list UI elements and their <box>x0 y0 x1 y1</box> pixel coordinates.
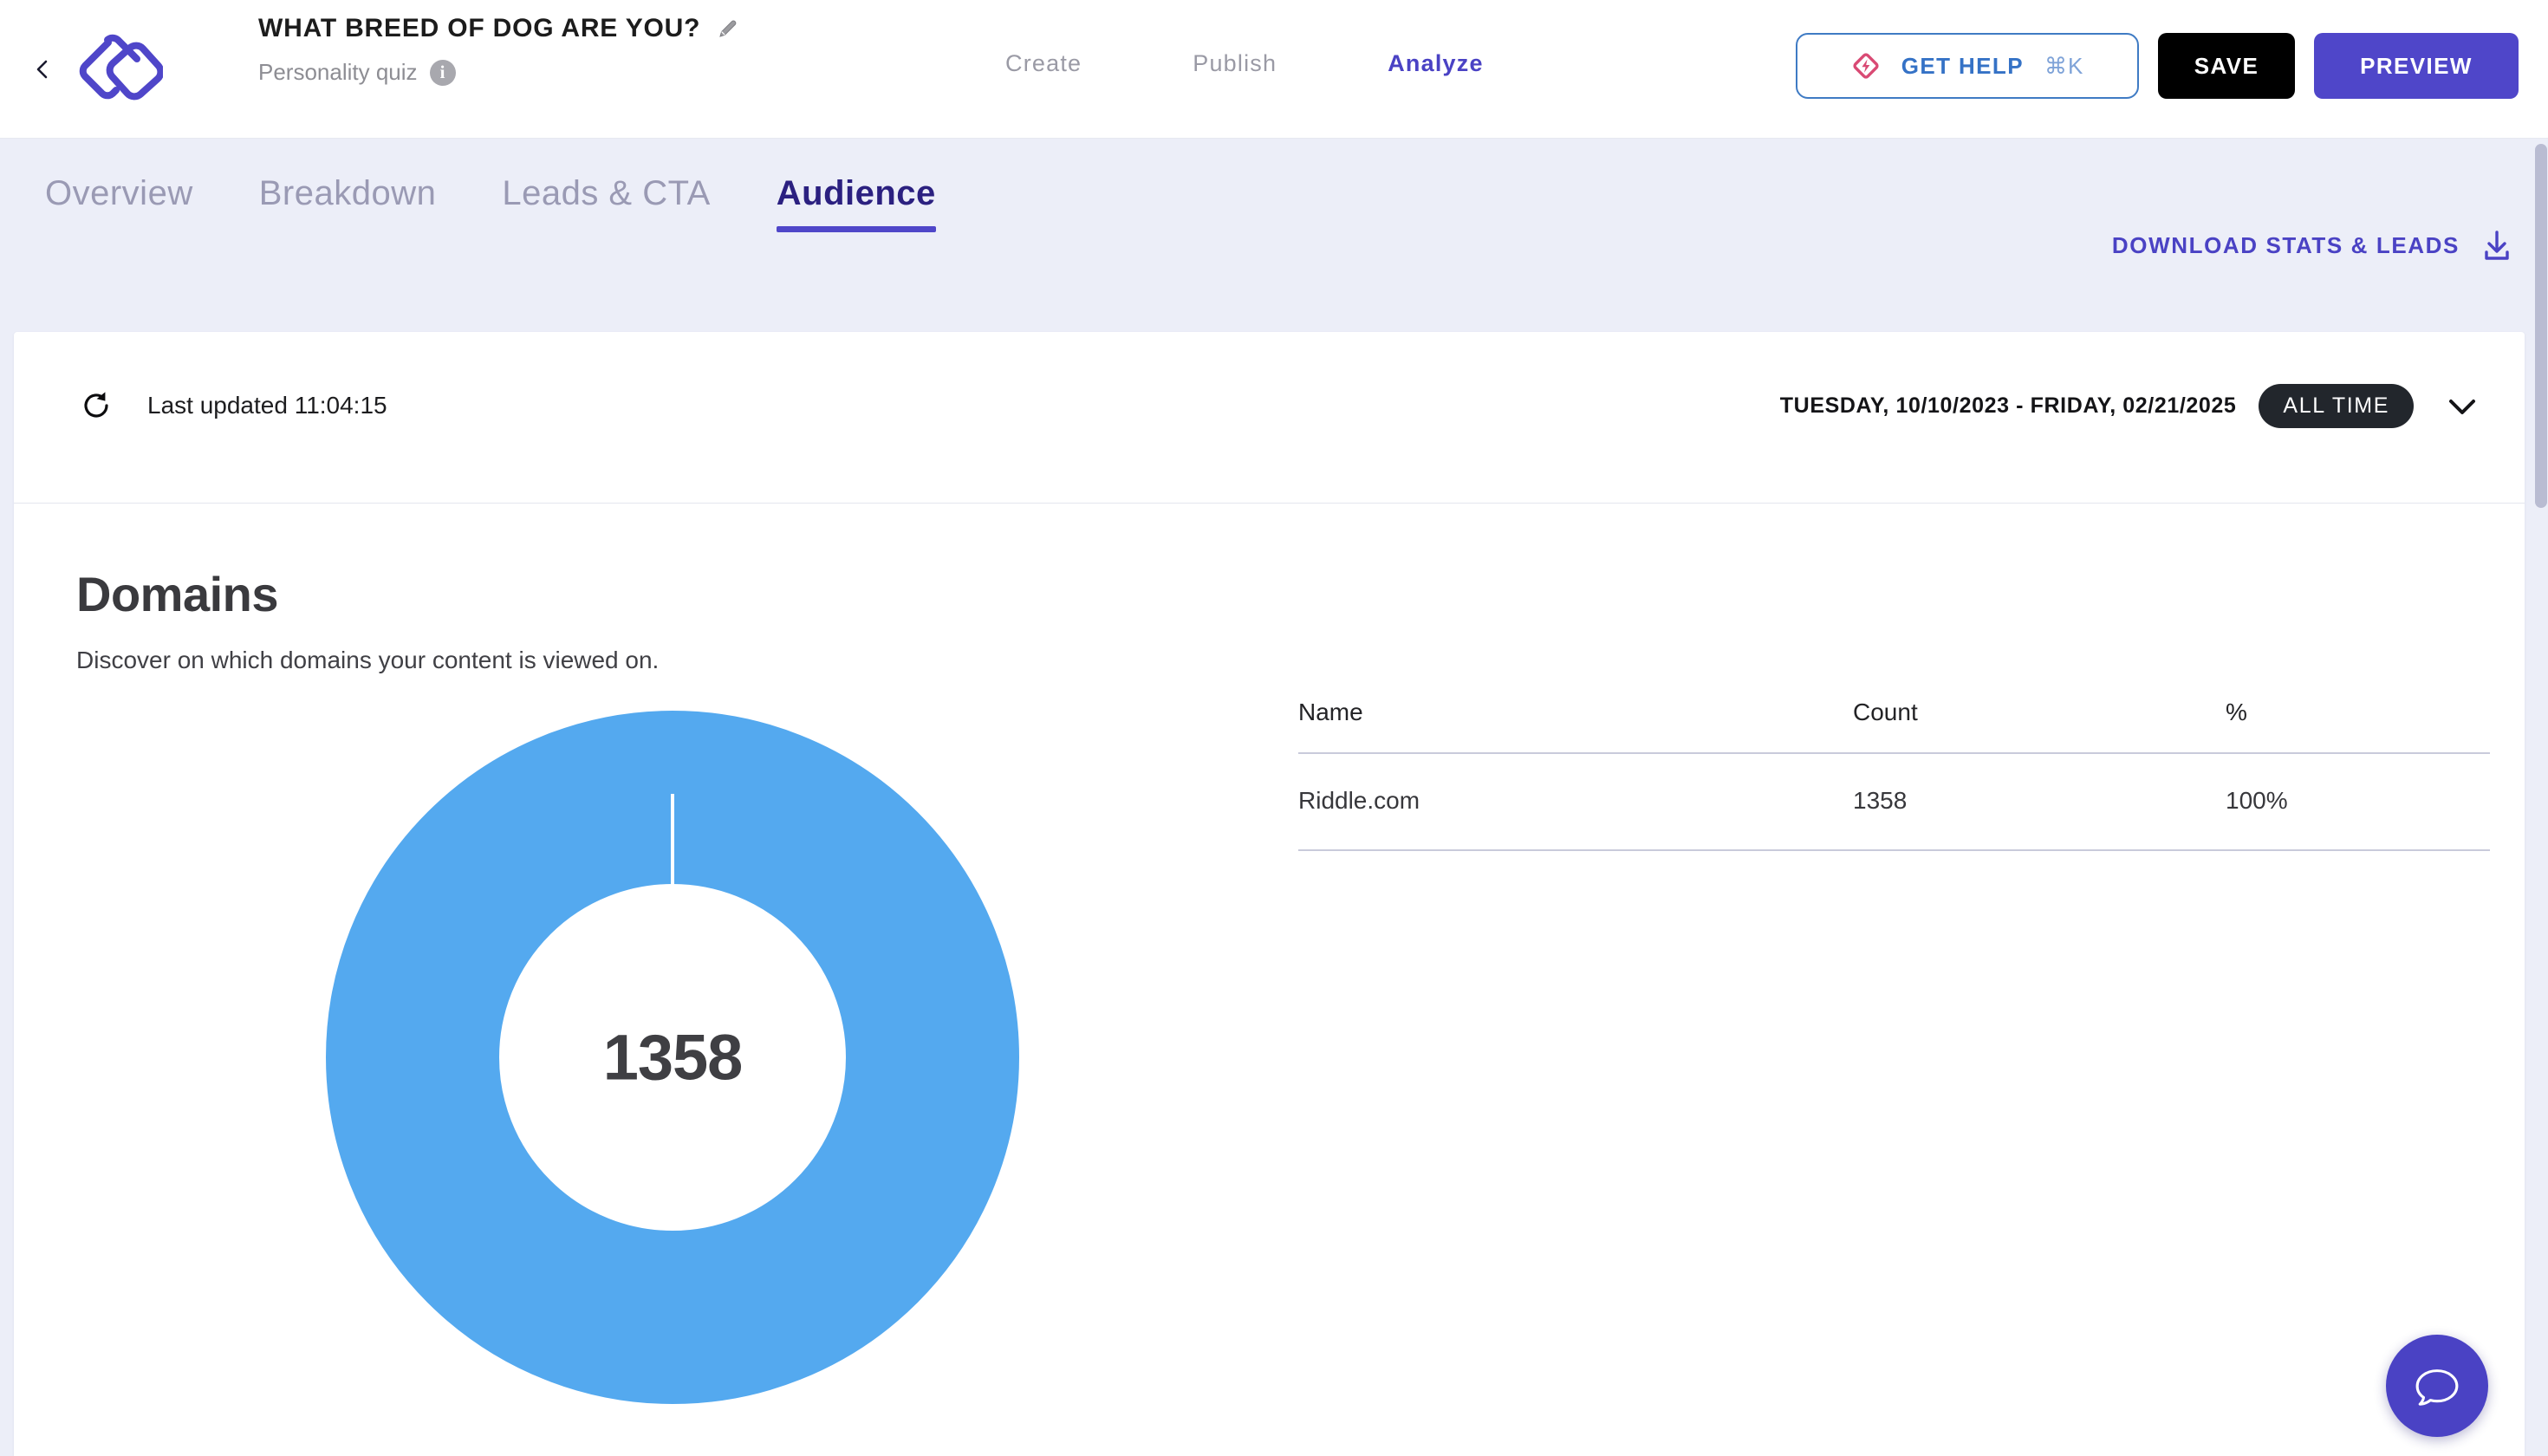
refresh-date-bar: Last updated 11:04:15 TUESDAY, 10/10/202… <box>14 332 2525 504</box>
cell-domain-count: 1358 <box>1853 753 2226 851</box>
nav-item-create[interactable]: Create <box>1005 50 1082 77</box>
main-navigation: Create Publish Analyze <box>1005 50 1484 77</box>
save-button[interactable]: SAVE <box>2158 33 2295 99</box>
get-help-label: GET HELP <box>1901 52 2024 79</box>
nav-item-publish[interactable]: Publish <box>1193 50 1277 77</box>
refresh-group: Last updated 11:04:15 <box>80 389 387 422</box>
date-range-group: TUESDAY, 10/10/2023 - FRIDAY, 02/21/2025… <box>1780 384 2480 428</box>
top-header-bar: WHAT BREED OF DOG ARE YOU? Personality q… <box>0 0 2548 139</box>
back-chevron-icon[interactable] <box>31 57 55 81</box>
tab-leads-cta[interactable]: Leads & CTA <box>469 174 743 232</box>
download-stats-leads-button[interactable]: DOWNLOAD STATS & LEADS <box>2112 230 2512 261</box>
header-actions: GET HELP ⌘K SAVE PREVIEW <box>1796 33 2519 99</box>
last-updated-label: Last updated 11:04:15 <box>147 392 387 419</box>
tab-overview[interactable]: Overview <box>12 174 226 232</box>
domains-title: Domains <box>76 567 279 621</box>
pencil-icon[interactable] <box>717 17 739 40</box>
table-header-row: Name Count % <box>1298 699 2490 754</box>
get-help-button[interactable]: GET HELP ⌘K <box>1796 33 2139 99</box>
column-header-count[interactable]: Count <box>1853 699 2226 754</box>
domains-chart-area: 1358 Name Count % Riddle.com 1358 100% <box>76 674 2490 1454</box>
domains-table: Name Count % Riddle.com 1358 100% <box>1298 699 2490 851</box>
refresh-icon[interactable] <box>80 389 113 422</box>
riddle-logo[interactable] <box>68 28 165 111</box>
domains-section: Domains Discover on which domains your c… <box>14 504 2525 1454</box>
chat-support-button[interactable] <box>2386 1335 2488 1437</box>
date-range-label: TUESDAY, 10/10/2023 - FRIDAY, 02/21/2025 <box>1779 393 2237 418</box>
cell-domain-percent: 100% <box>2226 753 2490 851</box>
lightning-diamond-icon <box>1851 51 1881 81</box>
quiz-type-label: Personality quiz <box>258 59 418 85</box>
tab-audience[interactable]: Audience <box>744 174 969 232</box>
page-scrollbar-thumb[interactable] <box>2535 144 2547 508</box>
column-header-percent[interactable]: % <box>2226 699 2490 754</box>
cell-domain-name: Riddle.com <box>1298 753 1853 851</box>
column-header-name[interactable]: Name <box>1298 699 1853 754</box>
tab-breakdown[interactable]: Breakdown <box>226 174 470 232</box>
info-icon[interactable]: i <box>429 59 456 86</box>
domains-description: Discover on which domains your content i… <box>76 647 660 673</box>
donut-center-total: 1358 <box>602 1021 744 1094</box>
nav-item-analyze[interactable]: Analyze <box>1388 50 1483 77</box>
domains-donut-chart[interactable]: 1358 <box>326 711 1019 1404</box>
table-row[interactable]: Riddle.com 1358 100% <box>1298 753 2490 851</box>
download-icon <box>2482 230 2512 261</box>
download-stats-label: DOWNLOAD STATS & LEADS <box>2111 231 2460 258</box>
quiz-title-block: WHAT BREED OF DOG ARE YOU? Personality q… <box>258 14 739 86</box>
get-help-shortcut: ⌘K <box>2044 52 2084 79</box>
all-time-badge[interactable]: ALL TIME <box>2259 384 2414 428</box>
page-title: WHAT BREED OF DOG ARE YOU? <box>258 14 701 42</box>
analytics-card: Last updated 11:04:15 TUESDAY, 10/10/202… <box>14 332 2525 1456</box>
chevron-down-icon[interactable] <box>2445 395 2480 418</box>
analyze-tabs: Overview Breakdown Leads & CTA Audience <box>12 174 969 232</box>
preview-button[interactable]: PREVIEW <box>2314 33 2519 99</box>
